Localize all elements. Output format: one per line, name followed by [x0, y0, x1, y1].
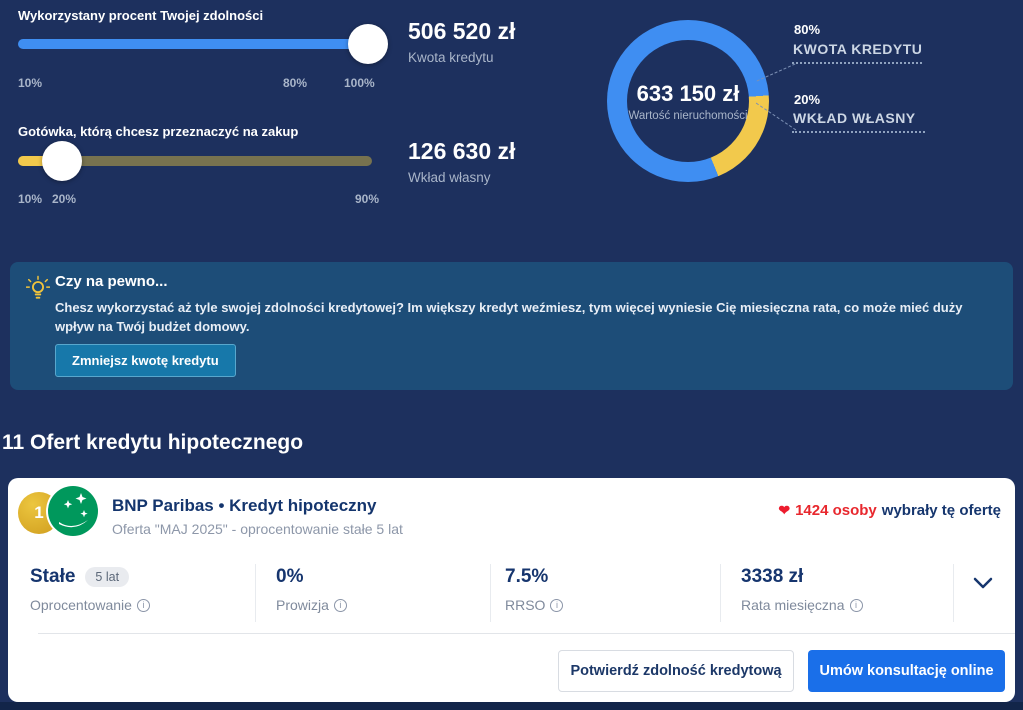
- capacity-tick-mid: 80%: [283, 76, 307, 90]
- capacity-slider-handle[interactable]: [348, 24, 388, 64]
- cash-slider-track[interactable]: [18, 156, 372, 166]
- offer-subtitle: Oferta "MAJ 2025" - oprocentowanie stałe…: [112, 521, 403, 537]
- property-value: 633 150 zł: [637, 81, 740, 107]
- property-value-label: Wartość nieruchomości: [628, 110, 747, 122]
- detail-monthly-payment: 3338 zł Rata miesięczna: [741, 566, 863, 613]
- popularity-count: 1424 osoby: [795, 502, 877, 519]
- capacity-slider-track[interactable]: [18, 39, 372, 49]
- capacity-tick-max: 100%: [344, 76, 375, 90]
- rrso-label: RRSO: [505, 597, 545, 613]
- book-online-consultation-button[interactable]: Umów konsultację online: [808, 650, 1005, 692]
- legend-credit-underline: [792, 62, 922, 64]
- rrso-value: 7.5%: [505, 566, 563, 588]
- cash-tick-min: 10%: [18, 192, 42, 206]
- credit-amount-label: Kwota kredytu: [408, 50, 494, 65]
- decrease-credit-button[interactable]: Zmniejsz kwotę kredytu: [55, 344, 236, 377]
- interest-info-icon[interactable]: [137, 599, 150, 612]
- interest-rate-value: Stałe: [30, 566, 75, 588]
- interest-period-badge: 5 lat: [85, 567, 129, 587]
- offers-count-header: 11 Ofert kredytu hipotecznego: [2, 431, 303, 455]
- chevron-down-icon[interactable]: [973, 576, 993, 594]
- heart-icon: ❤: [778, 502, 790, 519]
- monthly-payment-value: 3338 zł: [741, 566, 863, 588]
- mortgage-calculator-page: Wykorzystany procent Twojej zdolności 10…: [0, 0, 1023, 710]
- bottom-strip: [0, 702, 1023, 710]
- detail-interest-rate: Stałe 5 lat Oprocentowanie: [30, 566, 150, 613]
- monthly-payment-info-icon[interactable]: [850, 599, 863, 612]
- warning-body: Chesz wykorzystać aż tyle swojej zdolnoś…: [55, 298, 985, 336]
- cash-slider-handle[interactable]: [42, 141, 82, 181]
- offer-popularity: ❤ 1424 osoby wybrały tę ofertę: [778, 502, 1001, 519]
- column-divider: [720, 564, 721, 622]
- column-divider: [255, 564, 256, 622]
- credit-amount-value: 506 520 zł: [408, 18, 515, 45]
- own-contribution-value: 126 630 zł: [408, 138, 515, 165]
- offer-card: 1 BNP Paribas • Kredyt hipoteczny Oferta…: [8, 478, 1015, 702]
- rrso-info-icon[interactable]: [550, 599, 563, 612]
- own-contribution-label: Wkład własny: [408, 170, 491, 185]
- commission-info-icon[interactable]: [334, 599, 347, 612]
- warning-title: Czy na pewno...: [55, 273, 168, 290]
- donut-center: 633 150 zł Wartość nieruchomości: [607, 20, 769, 182]
- column-divider: [490, 564, 491, 622]
- cash-slider-label: Gotówka, którą chcesz przeznaczyć na zak…: [18, 124, 298, 139]
- monthly-payment-label: Rata miesięczna: [741, 597, 845, 613]
- popularity-text: wybrały tę ofertę: [882, 502, 1001, 519]
- commission-value: 0%: [276, 566, 347, 588]
- detail-rrso: 7.5% RRSO: [505, 566, 563, 613]
- legend-credit-label: KWOTA KREDYTU: [793, 41, 922, 57]
- lightbulb-icon: [26, 274, 50, 307]
- interest-rate-label: Oprocentowanie: [30, 597, 132, 613]
- legend-credit-pct: 80%: [794, 22, 820, 37]
- capacity-tick-min: 10%: [18, 76, 42, 90]
- bnp-paribas-logo: [48, 486, 98, 536]
- detail-commission: 0% Prowizja: [276, 566, 347, 613]
- card-divider: [38, 633, 1015, 634]
- property-value-donut-chart: 633 150 zł Wartość nieruchomości: [607, 20, 769, 182]
- cash-tick-max: 90%: [355, 192, 379, 206]
- confirm-creditworthiness-button[interactable]: Potwierdź zdolność kredytową: [558, 650, 794, 692]
- legend-own-label: WKŁAD WŁASNY: [793, 110, 916, 126]
- column-divider: [953, 564, 954, 622]
- legend-own-pct: 20%: [794, 92, 820, 107]
- commission-label: Prowizja: [276, 597, 329, 613]
- capacity-slider-label: Wykorzystany procent Twojej zdolności: [18, 8, 263, 23]
- cash-tick-current: 20%: [52, 192, 76, 206]
- legend-own-underline: [792, 131, 925, 133]
- offer-title: BNP Paribas • Kredyt hipoteczny: [112, 496, 377, 516]
